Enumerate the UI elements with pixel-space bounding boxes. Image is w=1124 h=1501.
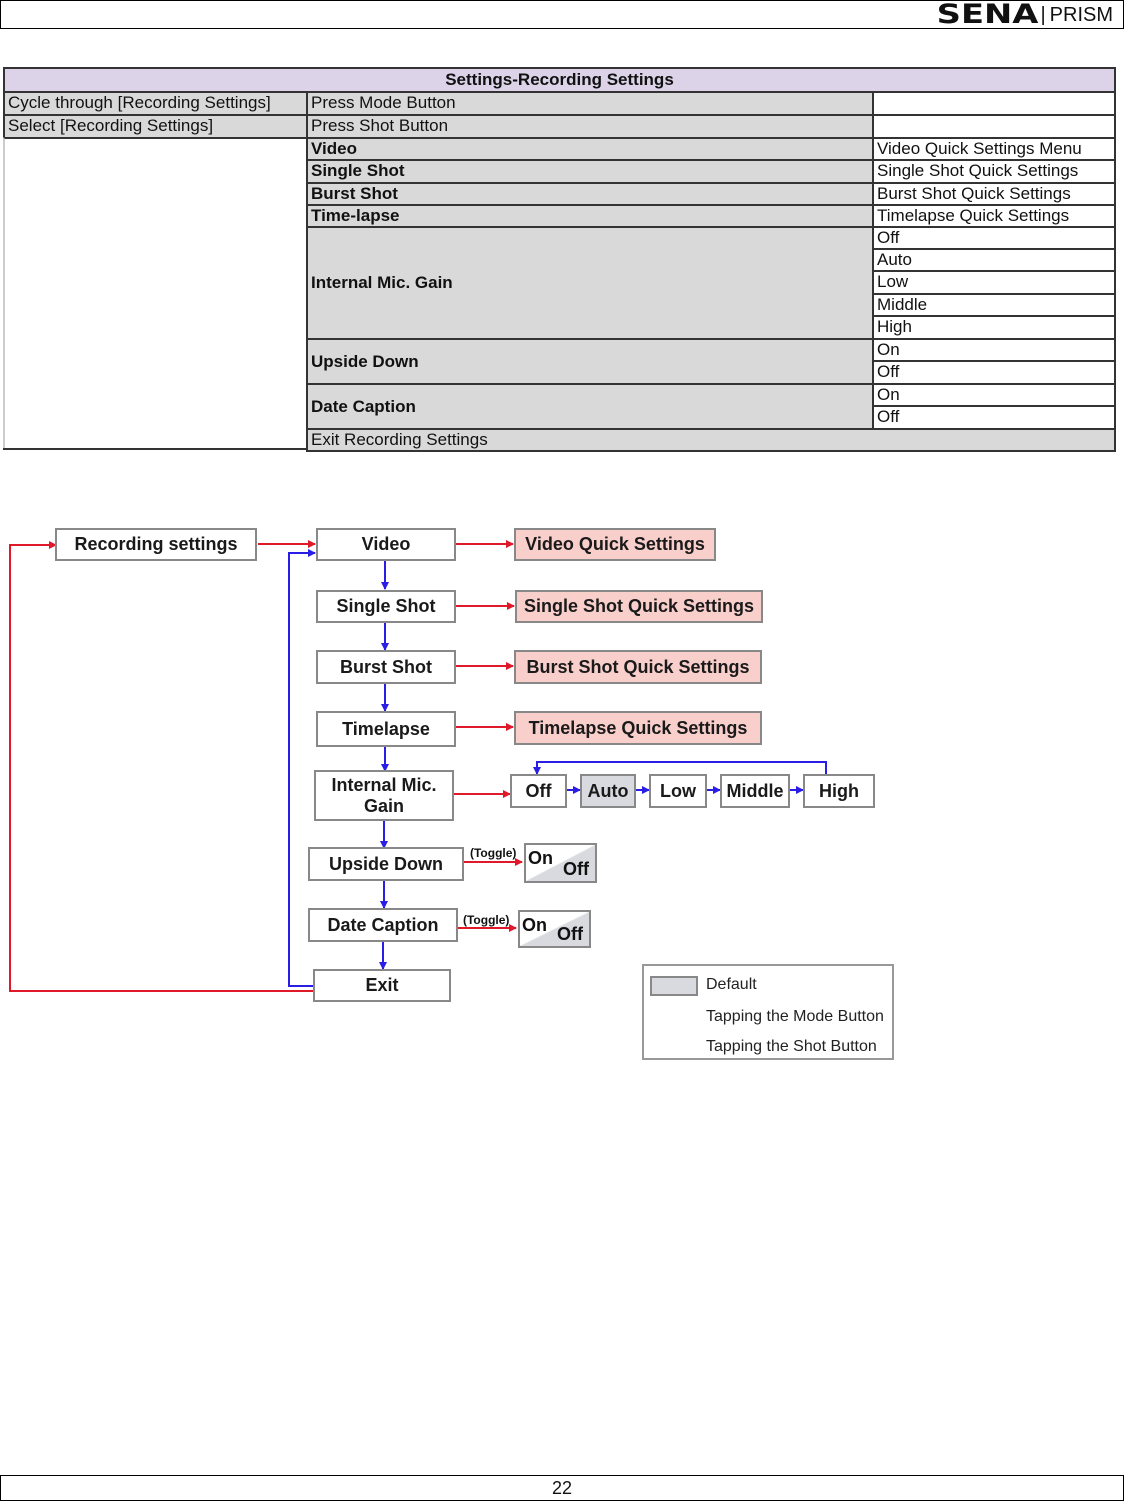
legend-mode-label: Tapping the Mode Button — [706, 1008, 884, 1025]
toggle-off-label: Off — [557, 924, 583, 944]
menu-single-shot-box: Single Shot — [316, 590, 456, 623]
mic-gain-off-box: Off — [510, 774, 567, 808]
menu-timelapse-box: Timelapse — [316, 711, 456, 747]
video-quick-settings-box: Video Quick Settings — [514, 528, 716, 561]
menu-upside-down-box: Upside Down — [308, 847, 464, 881]
default-swatch — [650, 976, 698, 996]
burst-shot-quick-settings-box: Burst Shot Quick Settings — [514, 650, 762, 684]
page-footer: 22 — [0, 1475, 1124, 1501]
flowchart-legend: Default Tapping the Mode Button Tapping … — [642, 964, 894, 1060]
mic-gain-low-box: Low — [649, 774, 707, 808]
timelapse-quick-settings-box: Timelapse Quick Settings — [514, 711, 762, 745]
toggle-label: (Toggle) — [470, 846, 517, 860]
mic-gain-high-box: High — [803, 774, 875, 808]
date-caption-toggle-box: On Off — [518, 910, 591, 948]
upside-down-toggle-box: On Off — [524, 843, 597, 883]
menu-burst-shot-box: Burst Shot — [316, 650, 456, 684]
menu-date-caption-box: Date Caption — [308, 908, 458, 942]
menu-video-box: Video — [316, 528, 456, 561]
toggle-on-label: On — [528, 848, 553, 868]
toggle-off-label: Off — [563, 859, 589, 879]
menu-internal-mic-gain-box: Internal Mic. Gain — [314, 770, 454, 821]
menu-exit-box: Exit — [313, 969, 451, 1002]
recording-settings-box: Recording settings — [55, 528, 257, 561]
shot-arrow-exit-loop — [9, 541, 313, 992]
legend-default-label: Default — [706, 976, 757, 993]
page-number: 22 — [551, 1478, 573, 1498]
single-shot-quick-settings-box: Single Shot Quick Settings — [515, 590, 763, 623]
toggle-label: (Toggle) — [463, 913, 510, 927]
mic-gain-auto-box-default: Auto — [580, 774, 636, 808]
toggle-on-label: On — [522, 915, 547, 935]
mic-gain-middle-box: Middle — [720, 774, 790, 808]
legend-shot-label: Tapping the Shot Button — [706, 1038, 877, 1055]
